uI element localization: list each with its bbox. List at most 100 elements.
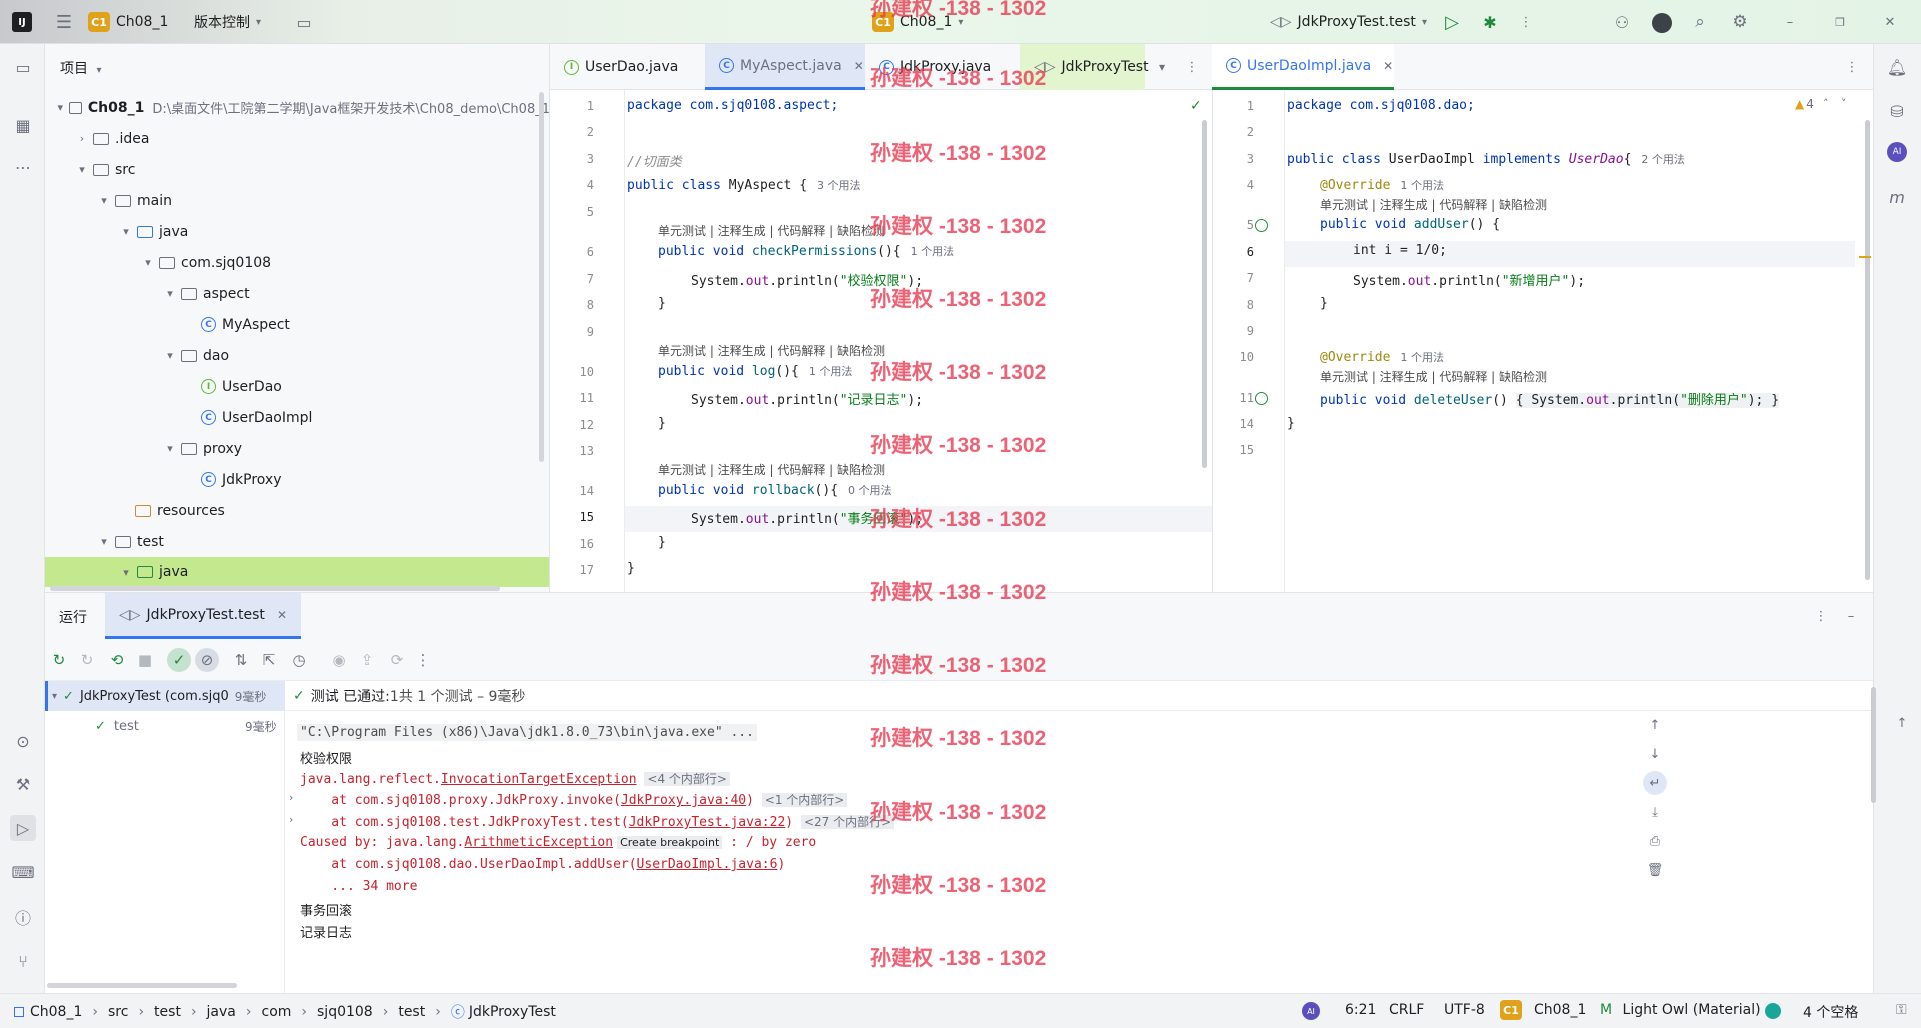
arrow-down-icon[interactable]: ↓ bbox=[1643, 742, 1667, 766]
soft-wrap-icon[interactable]: ↵ bbox=[1643, 771, 1667, 795]
services-icon[interactable]: ⊙ bbox=[10, 728, 36, 754]
ai-hint[interactable]: 单元测试 | 注释生成 | 代码解释 | 缺陷检测 bbox=[658, 461, 885, 478]
usage-hint[interactable]: 3 个用法 bbox=[817, 179, 861, 192]
run-icon[interactable]: ▷ bbox=[1440, 10, 1464, 34]
tree-row-myaspect[interactable]: C MyAspect bbox=[45, 309, 549, 340]
camera-icon[interactable]: ◉ bbox=[327, 648, 351, 672]
inspection-ok-icon[interactable]: ✓ bbox=[1190, 98, 1202, 114]
database-icon[interactable]: ⛁ bbox=[1884, 98, 1910, 124]
usage-hint[interactable]: 2 个用法 bbox=[1641, 153, 1685, 166]
chevron-up-icon[interactable]: ˄ bbox=[1823, 97, 1829, 110]
line-separator[interactable]: CRLF bbox=[1389, 1002, 1424, 1018]
usage-hint[interactable]: 0 个用法 bbox=[848, 484, 892, 497]
breadcrumb-item[interactable]: Ch08_1 bbox=[30, 1004, 82, 1020]
breadcrumb-item[interactable]: java bbox=[207, 1004, 236, 1020]
minimize-icon[interactable]: – bbox=[1778, 10, 1802, 34]
folded-lines[interactable]: <27 个内部行> bbox=[800, 815, 895, 829]
project-h-scrollbar[interactable] bbox=[50, 586, 500, 591]
close-tab-icon[interactable]: ✕ bbox=[1383, 59, 1393, 73]
ai-assistant-icon[interactable]: AI bbox=[1887, 142, 1907, 162]
chevron-down-icon[interactable]: ˅ bbox=[1841, 97, 1847, 110]
tree-row-userdao[interactable]: I UserDao bbox=[45, 371, 549, 402]
create-breakpoint-button[interactable]: Create breakpoint bbox=[617, 836, 723, 849]
test-tree-root[interactable]: ▾ ✓ JdkProxyTest (com.sjq0 9毫秒 bbox=[45, 681, 285, 711]
tree-row-jdkproxy[interactable]: C JdkProxy bbox=[45, 464, 549, 495]
tree-row-resources[interactable]: resources bbox=[45, 495, 549, 526]
tree-row-userdaoimpl[interactable]: C UserDaoImpl bbox=[45, 402, 549, 433]
trash-icon[interactable]: 🗑︎ bbox=[1643, 858, 1667, 882]
collapse-icon[interactable]: ⇱ bbox=[257, 648, 281, 672]
tree-h-scrollbar[interactable] bbox=[47, 983, 237, 988]
tab-myaspect[interactable]: C MyAspect.java ✕ bbox=[705, 44, 865, 90]
tab-userdao[interactable]: I UserDao.java bbox=[550, 44, 705, 90]
sort-icon[interactable]: ⇅ bbox=[229, 648, 253, 672]
implements-gutter-icon[interactable] bbox=[1255, 392, 1268, 405]
run-config-selector[interactable]: ◁▷ JdkProxyTest.test ▾ bbox=[1270, 10, 1427, 34]
ai-hint[interactable]: 单元测试 | 注释生成 | 代码解释 | 缺陷检测 bbox=[1320, 368, 1547, 385]
structure-icon[interactable]: ▦ bbox=[10, 112, 36, 138]
export-icon[interactable]: ⇪ bbox=[355, 648, 379, 672]
file-encoding[interactable]: UTF-8 bbox=[1444, 1002, 1485, 1018]
caret-position[interactable]: 6:21 bbox=[1345, 1002, 1376, 1018]
source-link[interactable]: UserDaoImpl.java:6 bbox=[637, 857, 778, 872]
close-tab-icon[interactable]: ✕ bbox=[277, 608, 287, 622]
folded-lines[interactable]: <1 个内部行> bbox=[761, 793, 848, 807]
toggle-autotest-icon[interactable]: ⟲ bbox=[105, 648, 129, 672]
breadcrumb-item[interactable]: src bbox=[108, 1004, 128, 1020]
notifications-bell-icon[interactable]: 🔔︎ bbox=[1884, 54, 1910, 80]
print-icon[interactable]: ⎙ bbox=[1643, 829, 1667, 853]
tree-row-proxy[interactable]: ▾ proxy bbox=[45, 433, 549, 464]
terminal-icon[interactable]: ⌨ bbox=[10, 859, 36, 885]
settings-gear-icon[interactable]: ⚙ bbox=[1728, 10, 1752, 34]
usage-hint[interactable]: 1 个用法 bbox=[809, 365, 853, 378]
breadcrumb-item[interactable]: test bbox=[154, 1004, 181, 1020]
status-dot-icon[interactable] bbox=[1765, 1003, 1781, 1019]
tree-row-dao[interactable]: ▾ dao bbox=[45, 340, 549, 371]
exception-link[interactable]: InvocationTargetException bbox=[441, 772, 637, 787]
ai-hint[interactable]: 单元测试 | 注释生成 | 代码解释 | 缺陷检测 bbox=[1320, 196, 1547, 213]
arrow-up-icon[interactable]: ↑ bbox=[1890, 711, 1914, 735]
more-vertical-icon[interactable]: ⋮ bbox=[1180, 55, 1204, 79]
more-vertical-icon[interactable]: ⋮ bbox=[411, 648, 435, 672]
show-ignored-icon[interactable]: ⊘ bbox=[195, 648, 219, 672]
problems-icon[interactable]: ⓘ bbox=[10, 904, 36, 930]
breadcrumb-item[interactable]: test bbox=[398, 1004, 425, 1020]
run-tool-icon[interactable]: ▷ bbox=[10, 815, 36, 841]
tree-row-root[interactable]: ▾ Ch08_1 D:\桌面文件\工院第二学期\Java框架开发技术\Ch08_… bbox=[45, 92, 549, 123]
minimize-panel-icon[interactable]: – bbox=[1839, 604, 1863, 628]
import-icon[interactable]: ⟳ bbox=[385, 648, 409, 672]
plugin-icon[interactable] bbox=[1652, 13, 1672, 33]
tab-jdkproxytest-run[interactable]: ◁▷ JdkProxyTest.test ✕ bbox=[105, 593, 301, 639]
indent-setting[interactable]: 4 个空格 bbox=[1803, 1002, 1858, 1022]
usage-hint[interactable]: 1 个用法 bbox=[1400, 351, 1444, 364]
close-tab-icon[interactable]: ✕ bbox=[854, 59, 864, 73]
tree-row-package[interactable]: ▾ com.sjq0108 bbox=[45, 247, 549, 278]
center-project-selector[interactable]: C1 Ch08_1 ▾ bbox=[872, 10, 963, 34]
breadcrumb-item[interactable]: com bbox=[262, 1004, 292, 1020]
more-vertical-icon[interactable]: ⋮ bbox=[1840, 55, 1864, 79]
project-scrollbar[interactable] bbox=[539, 92, 544, 462]
warning-marker[interactable] bbox=[1859, 256, 1871, 258]
ai-hint[interactable]: 单元测试 | 注释生成 | 代码解释 | 缺陷检测 bbox=[658, 342, 885, 359]
exception-link[interactable]: ArithmeticException bbox=[464, 835, 613, 850]
scroll-to-end-icon[interactable]: ⤓ bbox=[1643, 800, 1667, 824]
tree-row-java[interactable]: ▾ java bbox=[45, 216, 549, 247]
console-scrollbar[interactable] bbox=[1871, 687, 1876, 803]
debug-icon[interactable]: ✱ bbox=[1478, 10, 1502, 34]
tree-row-idea[interactable]: › .idea bbox=[45, 123, 549, 154]
main-menu-icon[interactable]: ☰ bbox=[52, 10, 76, 34]
git-icon[interactable]: ⑂ bbox=[10, 948, 36, 974]
editor-scrollbar[interactable] bbox=[1202, 120, 1207, 468]
stop-icon[interactable]: ■ bbox=[133, 648, 157, 672]
folder-icon[interactable]: ▭ bbox=[292, 10, 316, 34]
arrow-up-icon[interactable]: ↑ bbox=[1643, 713, 1667, 737]
add-user-icon[interactable]: ⚇ bbox=[1610, 10, 1634, 34]
search-icon[interactable]: ⌕ bbox=[1688, 10, 1712, 34]
usage-hint[interactable]: 1 个用法 bbox=[1400, 179, 1444, 192]
tab-jdkproxytest[interactable]: ◁▷ JdkProxyTest bbox=[1020, 44, 1149, 90]
left-editor[interactable]: 1 2 3 4 5 6 7 8 9 10 11 12 13 14 15 16 1… bbox=[550, 90, 1212, 592]
project-folder-icon[interactable]: ▭ bbox=[10, 54, 36, 80]
right-editor[interactable]: 1 2 3 4 5 6 7 8 9 10 11 14 15 ▲ 4 ˄ ˅ pac… bbox=[1212, 90, 1873, 592]
more-vertical-icon[interactable]: ⋮ bbox=[1514, 10, 1538, 34]
chevron-right-icon[interactable]: › bbox=[289, 813, 293, 826]
